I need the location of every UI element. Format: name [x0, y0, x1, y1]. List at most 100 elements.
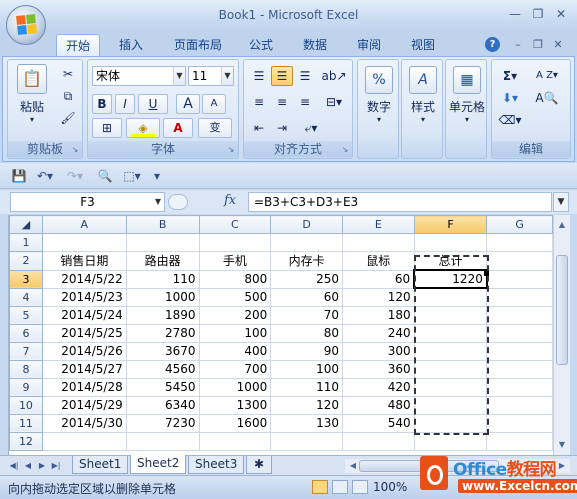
cell-A11[interactable]: 2014/5/30: [41, 413, 127, 433]
cell-F4[interactable]: [413, 287, 488, 307]
page-break-view-icon[interactable]: [352, 480, 368, 494]
chevron-down-icon[interactable]: ▼: [152, 193, 164, 211]
borders-icon[interactable]: ⊞: [92, 118, 122, 138]
column-header[interactable]: C: [198, 215, 272, 234]
save-icon[interactable]: 💾: [10, 167, 28, 185]
cell-D9[interactable]: 110: [270, 377, 343, 397]
row-header[interactable]: 7: [9, 341, 43, 361]
undo-icon[interactable]: ↶▾: [32, 167, 58, 185]
cell-E3[interactable]: 60: [341, 269, 415, 289]
insert-function-icon[interactable]: fx: [224, 193, 236, 208]
tab-formulas[interactable]: 公式: [240, 34, 282, 56]
cell-B8[interactable]: 4560: [125, 359, 200, 379]
worksheet-grid[interactable]: ◢ A B C D E F G 1 2 销售日期 路由器 手机 内存卡 鼠标 总计 3 2014/…: [8, 215, 553, 455]
cell-C12[interactable]: [198, 431, 272, 451]
chevron-down-icon[interactable]: ▼: [173, 67, 185, 85]
minimize-window-button[interactable]: —: [504, 6, 526, 22]
cell-B1[interactable]: [125, 233, 200, 252]
cell-B6[interactable]: 2780: [125, 323, 200, 343]
cell-B4[interactable]: 1000: [125, 287, 200, 307]
first-sheet-icon[interactable]: ◀|: [8, 459, 20, 473]
shrink-font-button[interactable]: A: [202, 94, 226, 114]
cell-B7[interactable]: 3670: [125, 341, 200, 361]
restore-window-button[interactable]: ❐: [527, 6, 549, 22]
cell-G12[interactable]: [486, 431, 553, 451]
cell-F12[interactable]: [413, 431, 488, 451]
copy-icon[interactable]: ⧉: [58, 86, 78, 106]
grow-font-button[interactable]: A: [176, 94, 200, 114]
cell-D7[interactable]: 90: [270, 341, 343, 361]
cell-A7[interactable]: 2014/5/26: [41, 341, 127, 361]
cell-B11[interactable]: 7230: [125, 413, 200, 433]
row-header[interactable]: 6: [9, 323, 43, 343]
cell-E1[interactable]: [341, 233, 415, 252]
cell-G5[interactable]: [486, 305, 553, 325]
cell-F1[interactable]: [413, 233, 488, 252]
cell-G2[interactable]: [486, 251, 553, 271]
cell-F9[interactable]: [413, 377, 488, 397]
cell-G10[interactable]: [486, 395, 553, 415]
next-sheet-icon[interactable]: ▶: [36, 459, 48, 473]
cell-C3[interactable]: 800: [198, 269, 272, 289]
column-header[interactable]: G: [486, 215, 553, 234]
cell-F8[interactable]: [413, 359, 488, 379]
font-name-combo[interactable]: 宋体 ▼: [92, 66, 186, 86]
cell-G4[interactable]: [486, 287, 553, 307]
cell-D12[interactable]: [270, 431, 343, 451]
bold-button[interactable]: B: [92, 94, 112, 114]
print-preview-icon[interactable]: 🔍: [94, 167, 116, 185]
cell-B5[interactable]: 1890: [125, 305, 200, 325]
cells-button[interactable]: ▦ 单元格 ▾: [447, 66, 487, 124]
cell-D8[interactable]: 100: [270, 359, 343, 379]
cell-E10[interactable]: 480: [341, 395, 415, 415]
cell-C9[interactable]: 1000: [198, 377, 272, 397]
normal-view-icon[interactable]: [312, 480, 328, 494]
cell-E5[interactable]: 180: [341, 305, 415, 325]
cell-C6[interactable]: 100: [198, 323, 272, 343]
redo-icon[interactable]: ↷▾: [62, 167, 88, 185]
row-header[interactable]: 8: [9, 359, 43, 379]
cell-A1[interactable]: [41, 233, 127, 252]
cell-G3[interactable]: [486, 269, 553, 289]
vertical-scrollbar[interactable]: ▲ ▼: [553, 215, 570, 455]
row-header[interactable]: 9: [9, 377, 43, 397]
tab-page-layout[interactable]: 页面布局: [166, 34, 230, 56]
cell-C4[interactable]: 500: [198, 287, 272, 307]
tab-home[interactable]: 开始: [56, 34, 100, 56]
cell-E4[interactable]: 120: [341, 287, 415, 307]
cell-C1[interactable]: [198, 233, 272, 252]
cell-E9[interactable]: 420: [341, 377, 415, 397]
name-box[interactable]: F3 ▼: [10, 192, 165, 212]
cell-B9[interactable]: 5450: [125, 377, 200, 397]
customize-qat-icon[interactable]: ▾: [150, 167, 164, 185]
cell-E8[interactable]: 360: [341, 359, 415, 379]
close-window-button[interactable]: ✕: [550, 6, 572, 22]
cell-E7[interactable]: 300: [341, 341, 415, 361]
cell-C10[interactable]: 1300: [198, 395, 272, 415]
row-header[interactable]: 4: [9, 287, 43, 307]
cell-F10[interactable]: [413, 395, 488, 415]
increase-indent-icon[interactable]: ⇥: [271, 118, 293, 138]
cell-G7[interactable]: [486, 341, 553, 361]
align-top-icon[interactable]: ☰: [248, 66, 270, 86]
wrap-text-icon[interactable]: ⤶▾: [296, 118, 326, 138]
cut-icon[interactable]: ✂: [58, 64, 78, 84]
font-size-combo[interactable]: 11 ▼: [188, 66, 234, 86]
cell-A5[interactable]: 2014/5/24: [41, 305, 127, 325]
last-sheet-icon[interactable]: ▶|: [50, 459, 62, 473]
cell-A8[interactable]: 2014/5/27: [41, 359, 127, 379]
cell-F5[interactable]: [413, 305, 488, 325]
italic-button[interactable]: I: [115, 94, 135, 114]
tab-review[interactable]: 审阅: [348, 34, 390, 56]
clipboard-launcher-icon[interactable]: ↘: [70, 145, 80, 155]
row-header[interactable]: 11: [9, 413, 43, 433]
find-select-button[interactable]: A🔍: [530, 88, 564, 108]
cell-B12[interactable]: [125, 431, 200, 451]
zoom-level[interactable]: 100%: [373, 480, 407, 494]
sheet-tab-1[interactable]: Sheet1: [72, 456, 129, 474]
cell-D3[interactable]: 250: [270, 269, 343, 289]
help-icon[interactable]: ?: [485, 37, 500, 52]
font-launcher-icon[interactable]: ↘: [226, 145, 236, 155]
row-header[interactable]: 12: [9, 431, 43, 451]
cell-G11[interactable]: [486, 413, 553, 433]
